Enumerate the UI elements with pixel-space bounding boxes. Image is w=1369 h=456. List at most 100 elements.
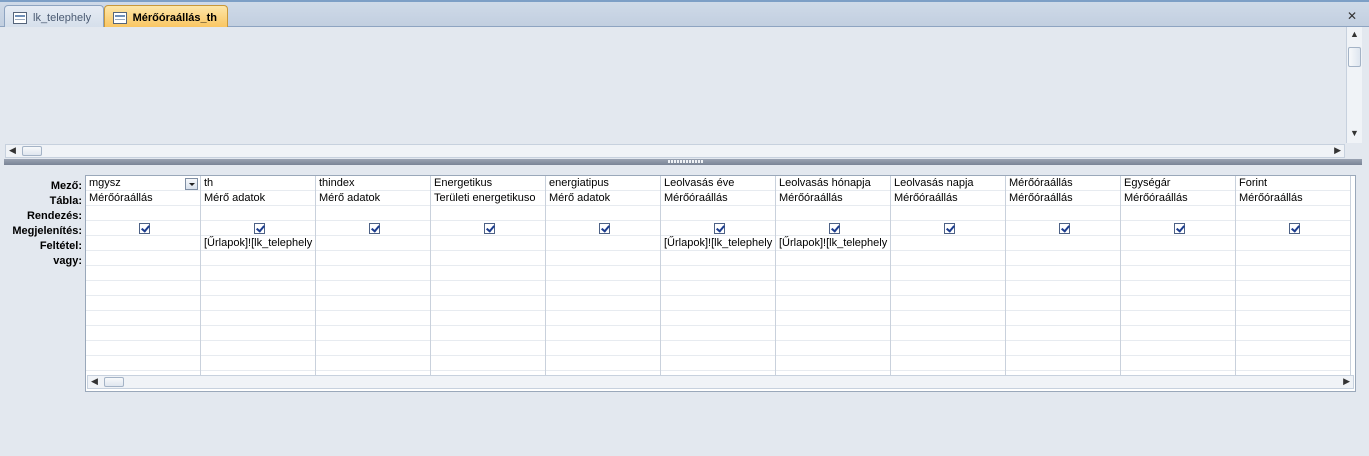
empty-cell[interactable] [1006, 281, 1120, 296]
table-cell[interactable]: Mérőóraállás [1121, 191, 1235, 206]
table-cell[interactable]: Mérőóraállás [776, 191, 890, 206]
criteria-cell[interactable] [891, 236, 1005, 251]
table-cell[interactable]: Mérő adatok [201, 191, 315, 206]
criteria-cell[interactable] [1121, 236, 1235, 251]
or-cell[interactable] [1236, 251, 1350, 266]
empty-cell[interactable] [1121, 296, 1235, 311]
horizontal-scrollbar-grid[interactable]: ◀ ▶ [87, 375, 1354, 389]
or-cell[interactable] [431, 251, 545, 266]
show-checkbox[interactable] [254, 222, 265, 234]
scroll-thumb[interactable] [1348, 47, 1361, 67]
empty-cell[interactable] [891, 281, 1005, 296]
criteria-cell[interactable] [316, 236, 430, 251]
show-checkbox-cell[interactable] [776, 221, 890, 236]
scroll-right-icon[interactable]: ▶ [1334, 145, 1341, 156]
table-cell[interactable]: Területi energetikuso [431, 191, 545, 206]
empty-cell[interactable] [1006, 326, 1120, 341]
empty-cell[interactable] [201, 326, 315, 341]
empty-cell[interactable] [86, 326, 200, 341]
empty-cell[interactable] [201, 296, 315, 311]
sort-cell[interactable] [86, 206, 200, 221]
empty-cell[interactable] [891, 356, 1005, 371]
empty-cell[interactable] [661, 311, 775, 326]
show-checkbox-cell[interactable] [86, 221, 200, 236]
empty-cell[interactable] [86, 311, 200, 326]
sort-cell[interactable] [201, 206, 315, 221]
or-cell[interactable] [546, 251, 660, 266]
sort-cell[interactable] [776, 206, 890, 221]
or-cell[interactable] [661, 251, 775, 266]
or-cell[interactable] [891, 251, 1005, 266]
empty-cell[interactable] [201, 356, 315, 371]
field-cell[interactable]: thindex [316, 176, 430, 191]
scroll-thumb[interactable] [22, 146, 42, 156]
horizontal-scrollbar-top[interactable]: ◀ ▶ [5, 144, 1345, 158]
empty-cell[interactable] [431, 311, 545, 326]
or-cell[interactable] [86, 251, 200, 266]
empty-cell[interactable] [1006, 356, 1120, 371]
criteria-cell[interactable] [86, 236, 200, 251]
table-cell[interactable]: Mérőóraállás [661, 191, 775, 206]
empty-cell[interactable] [1006, 266, 1120, 281]
empty-cell[interactable] [201, 311, 315, 326]
empty-cell[interactable] [661, 326, 775, 341]
show-checkbox[interactable] [139, 222, 150, 234]
table-cell[interactable]: Mérőóraállás [1006, 191, 1120, 206]
criteria-cell[interactable]: [Űrlapok]![lk_telephely [201, 236, 315, 251]
show-checkbox[interactable] [369, 222, 380, 234]
empty-cell[interactable] [431, 296, 545, 311]
empty-cell[interactable] [546, 326, 660, 341]
criteria-cell[interactable] [431, 236, 545, 251]
tab-merooraallas-th[interactable]: Mérőóraállás_th [104, 5, 228, 29]
empty-cell[interactable] [1121, 311, 1235, 326]
criteria-cell[interactable]: [Űrlapok]![lk_telephely [776, 236, 890, 251]
empty-cell[interactable] [316, 326, 430, 341]
empty-cell[interactable] [661, 281, 775, 296]
empty-cell[interactable] [1236, 341, 1350, 356]
show-checkbox-cell[interactable] [661, 221, 775, 236]
empty-cell[interactable] [1236, 266, 1350, 281]
show-checkbox-cell[interactable] [201, 221, 315, 236]
empty-cell[interactable] [431, 326, 545, 341]
sort-cell[interactable] [1006, 206, 1120, 221]
empty-cell[interactable] [1236, 281, 1350, 296]
criteria-cell[interactable]: [Űrlapok]![lk_telephely [661, 236, 775, 251]
empty-cell[interactable] [316, 296, 430, 311]
field-cell[interactable]: Forint [1236, 176, 1350, 191]
show-checkbox[interactable] [1289, 222, 1300, 234]
criteria-cell[interactable] [546, 236, 660, 251]
field-cell[interactable]: Mérőóraállás [1006, 176, 1120, 191]
sort-cell[interactable] [1121, 206, 1235, 221]
splitter-grip-icon[interactable] [668, 160, 704, 163]
empty-cell[interactable] [86, 296, 200, 311]
show-checkbox[interactable] [714, 222, 725, 234]
empty-cell[interactable] [1121, 281, 1235, 296]
empty-cell[interactable] [776, 296, 890, 311]
or-cell[interactable] [201, 251, 315, 266]
empty-cell[interactable] [1236, 356, 1350, 371]
empty-cell[interactable] [546, 281, 660, 296]
empty-cell[interactable] [431, 281, 545, 296]
empty-cell[interactable] [546, 356, 660, 371]
show-checkbox-cell[interactable] [891, 221, 1005, 236]
sort-cell[interactable] [431, 206, 545, 221]
empty-cell[interactable] [1236, 326, 1350, 341]
show-checkbox-cell[interactable] [316, 221, 430, 236]
vertical-scrollbar[interactable]: ▲ ▼ [1346, 27, 1362, 143]
table-cell[interactable]: Mérőóraállás [1236, 191, 1350, 206]
criteria-cell[interactable] [1006, 236, 1120, 251]
sort-cell[interactable] [661, 206, 775, 221]
empty-cell[interactable] [316, 266, 430, 281]
scroll-up-icon[interactable]: ▲ [1350, 29, 1359, 39]
empty-cell[interactable] [776, 266, 890, 281]
field-cell[interactable]: mgysz [86, 176, 200, 191]
show-checkbox-cell[interactable] [1236, 221, 1350, 236]
sort-cell[interactable] [546, 206, 660, 221]
empty-cell[interactable] [431, 356, 545, 371]
close-icon[interactable]: ✕ [1347, 9, 1357, 23]
field-cell[interactable]: Leolvasás hónapja [776, 176, 890, 191]
chevron-down-icon[interactable] [185, 178, 198, 190]
empty-cell[interactable] [891, 266, 1005, 281]
empty-cell[interactable] [891, 326, 1005, 341]
empty-cell[interactable] [201, 281, 315, 296]
